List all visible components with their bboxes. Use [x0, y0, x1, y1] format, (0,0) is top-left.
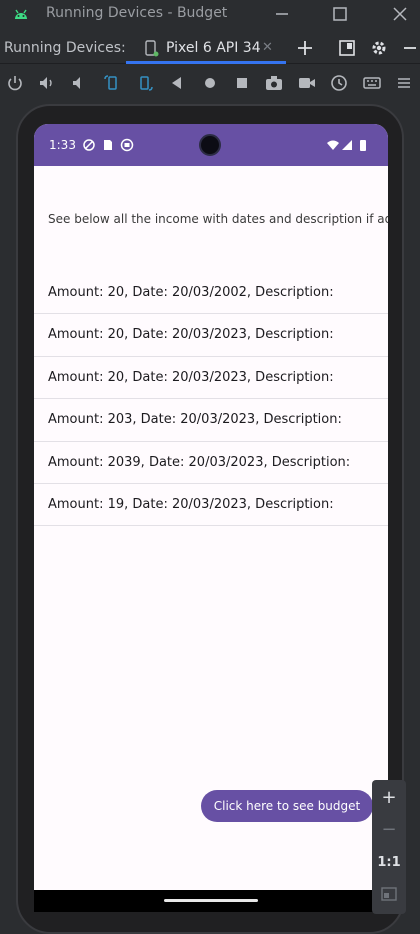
- device-icon: [145, 40, 159, 57]
- list-item[interactable]: Amount: 2039, Date: 20/03/2023, Descript…: [34, 442, 388, 484]
- zoom-controls: + − 1:1: [372, 780, 406, 914]
- income-entry-text: Amount: 19, Date: 20/03/2023, Descriptio…: [48, 496, 334, 512]
- android-studio-icon: [15, 9, 27, 19]
- gear-icon[interactable]: [369, 38, 389, 58]
- more-icon[interactable]: [394, 73, 414, 93]
- overview-icon[interactable]: [232, 73, 252, 93]
- history-icon[interactable]: [329, 73, 349, 93]
- close-window-icon[interactable]: [390, 4, 410, 24]
- zoom-in-button[interactable]: +: [372, 783, 406, 813]
- phone-screen: 1:33 See below all the income with dates…: [34, 124, 388, 910]
- income-entry-text: Amount: 20, Date: 20/03/2023, Descriptio…: [48, 369, 334, 385]
- income-list: Amount: 20, Date: 20/03/2002, Descriptio…: [34, 272, 388, 527]
- minimize-panel-icon[interactable]: [400, 38, 420, 58]
- list-item[interactable]: Amount: 20, Date: 20/03/2023, Descriptio…: [34, 357, 388, 400]
- running-devices-label: Running Devices:: [4, 40, 126, 56]
- app-notification-icon: [120, 138, 134, 152]
- add-device-icon[interactable]: [295, 38, 315, 58]
- keyboard-icon[interactable]: [362, 73, 382, 93]
- list-item[interactable]: Amount: 20, Date: 20/03/2023, Descriptio…: [34, 314, 388, 357]
- record-icon[interactable]: [297, 73, 317, 93]
- wifi-icon: [327, 140, 339, 150]
- signal-icon: [342, 140, 352, 150]
- window-title: Running Devices - Budget: [46, 5, 228, 21]
- status-time: 1:33: [49, 138, 76, 152]
- income-header-text: See below all the income with dates and …: [48, 212, 388, 226]
- list-item[interactable]: Amount: 20, Date: 20/03/2002, Descriptio…: [34, 272, 388, 315]
- actual-size-button[interactable]: 1:1: [372, 848, 406, 878]
- maximize-icon[interactable]: [330, 4, 350, 24]
- active-tab-indicator: [126, 61, 286, 64]
- sd-card-icon: [104, 140, 112, 150]
- battery-icon: [360, 140, 366, 151]
- device-toolbar: [0, 66, 420, 100]
- back-icon[interactable]: [167, 73, 187, 93]
- zoom-out-button[interactable]: −: [372, 815, 406, 845]
- home-icon[interactable]: [200, 73, 220, 93]
- fit-screen-icon[interactable]: [381, 886, 397, 902]
- shield-icon: [83, 139, 95, 151]
- list-item[interactable]: Amount: 203, Date: 20/03/2023, Descripti…: [34, 399, 388, 442]
- status-bar: 1:33: [34, 124, 388, 166]
- minimize-icon[interactable]: [272, 4, 292, 24]
- running-devices-tab-bar: Running Devices: Pixel 6 API 34 ✕: [0, 32, 420, 64]
- volume-down-icon[interactable]: [70, 73, 90, 93]
- rotate-left-icon[interactable]: [102, 73, 122, 93]
- income-entry-text: Amount: 20, Date: 20/03/2023, Descriptio…: [48, 327, 334, 343]
- camera-icon[interactable]: [264, 73, 284, 93]
- home-gesture-handle[interactable]: [164, 899, 258, 902]
- power-icon[interactable]: [5, 73, 25, 93]
- see-budget-button[interactable]: Click here to see budget: [201, 790, 373, 822]
- tab-label: Pixel 6 API 34: [166, 40, 261, 56]
- layout-icon[interactable]: [337, 38, 357, 58]
- gesture-nav-bar: [34, 890, 388, 912]
- income-entry-text: Amount: 20, Date: 20/03/2002, Descriptio…: [48, 285, 334, 300]
- close-tab-icon[interactable]: ✕: [262, 40, 273, 55]
- income-entry-text: Amount: 2039, Date: 20/03/2023, Descript…: [48, 454, 351, 470]
- volume-up-icon[interactable]: [37, 73, 57, 93]
- front-camera: [199, 134, 221, 156]
- list-item[interactable]: Amount: 19, Date: 20/03/2023, Descriptio…: [34, 484, 388, 527]
- income-entry-text: Amount: 203, Date: 20/03/2023, Descripti…: [48, 412, 342, 428]
- window-title-bar: Running Devices - Budget: [0, 0, 420, 30]
- tab-pixel-6-api-34[interactable]: Pixel 6 API 34 ✕: [126, 32, 286, 64]
- rotate-right-icon[interactable]: [135, 73, 155, 93]
